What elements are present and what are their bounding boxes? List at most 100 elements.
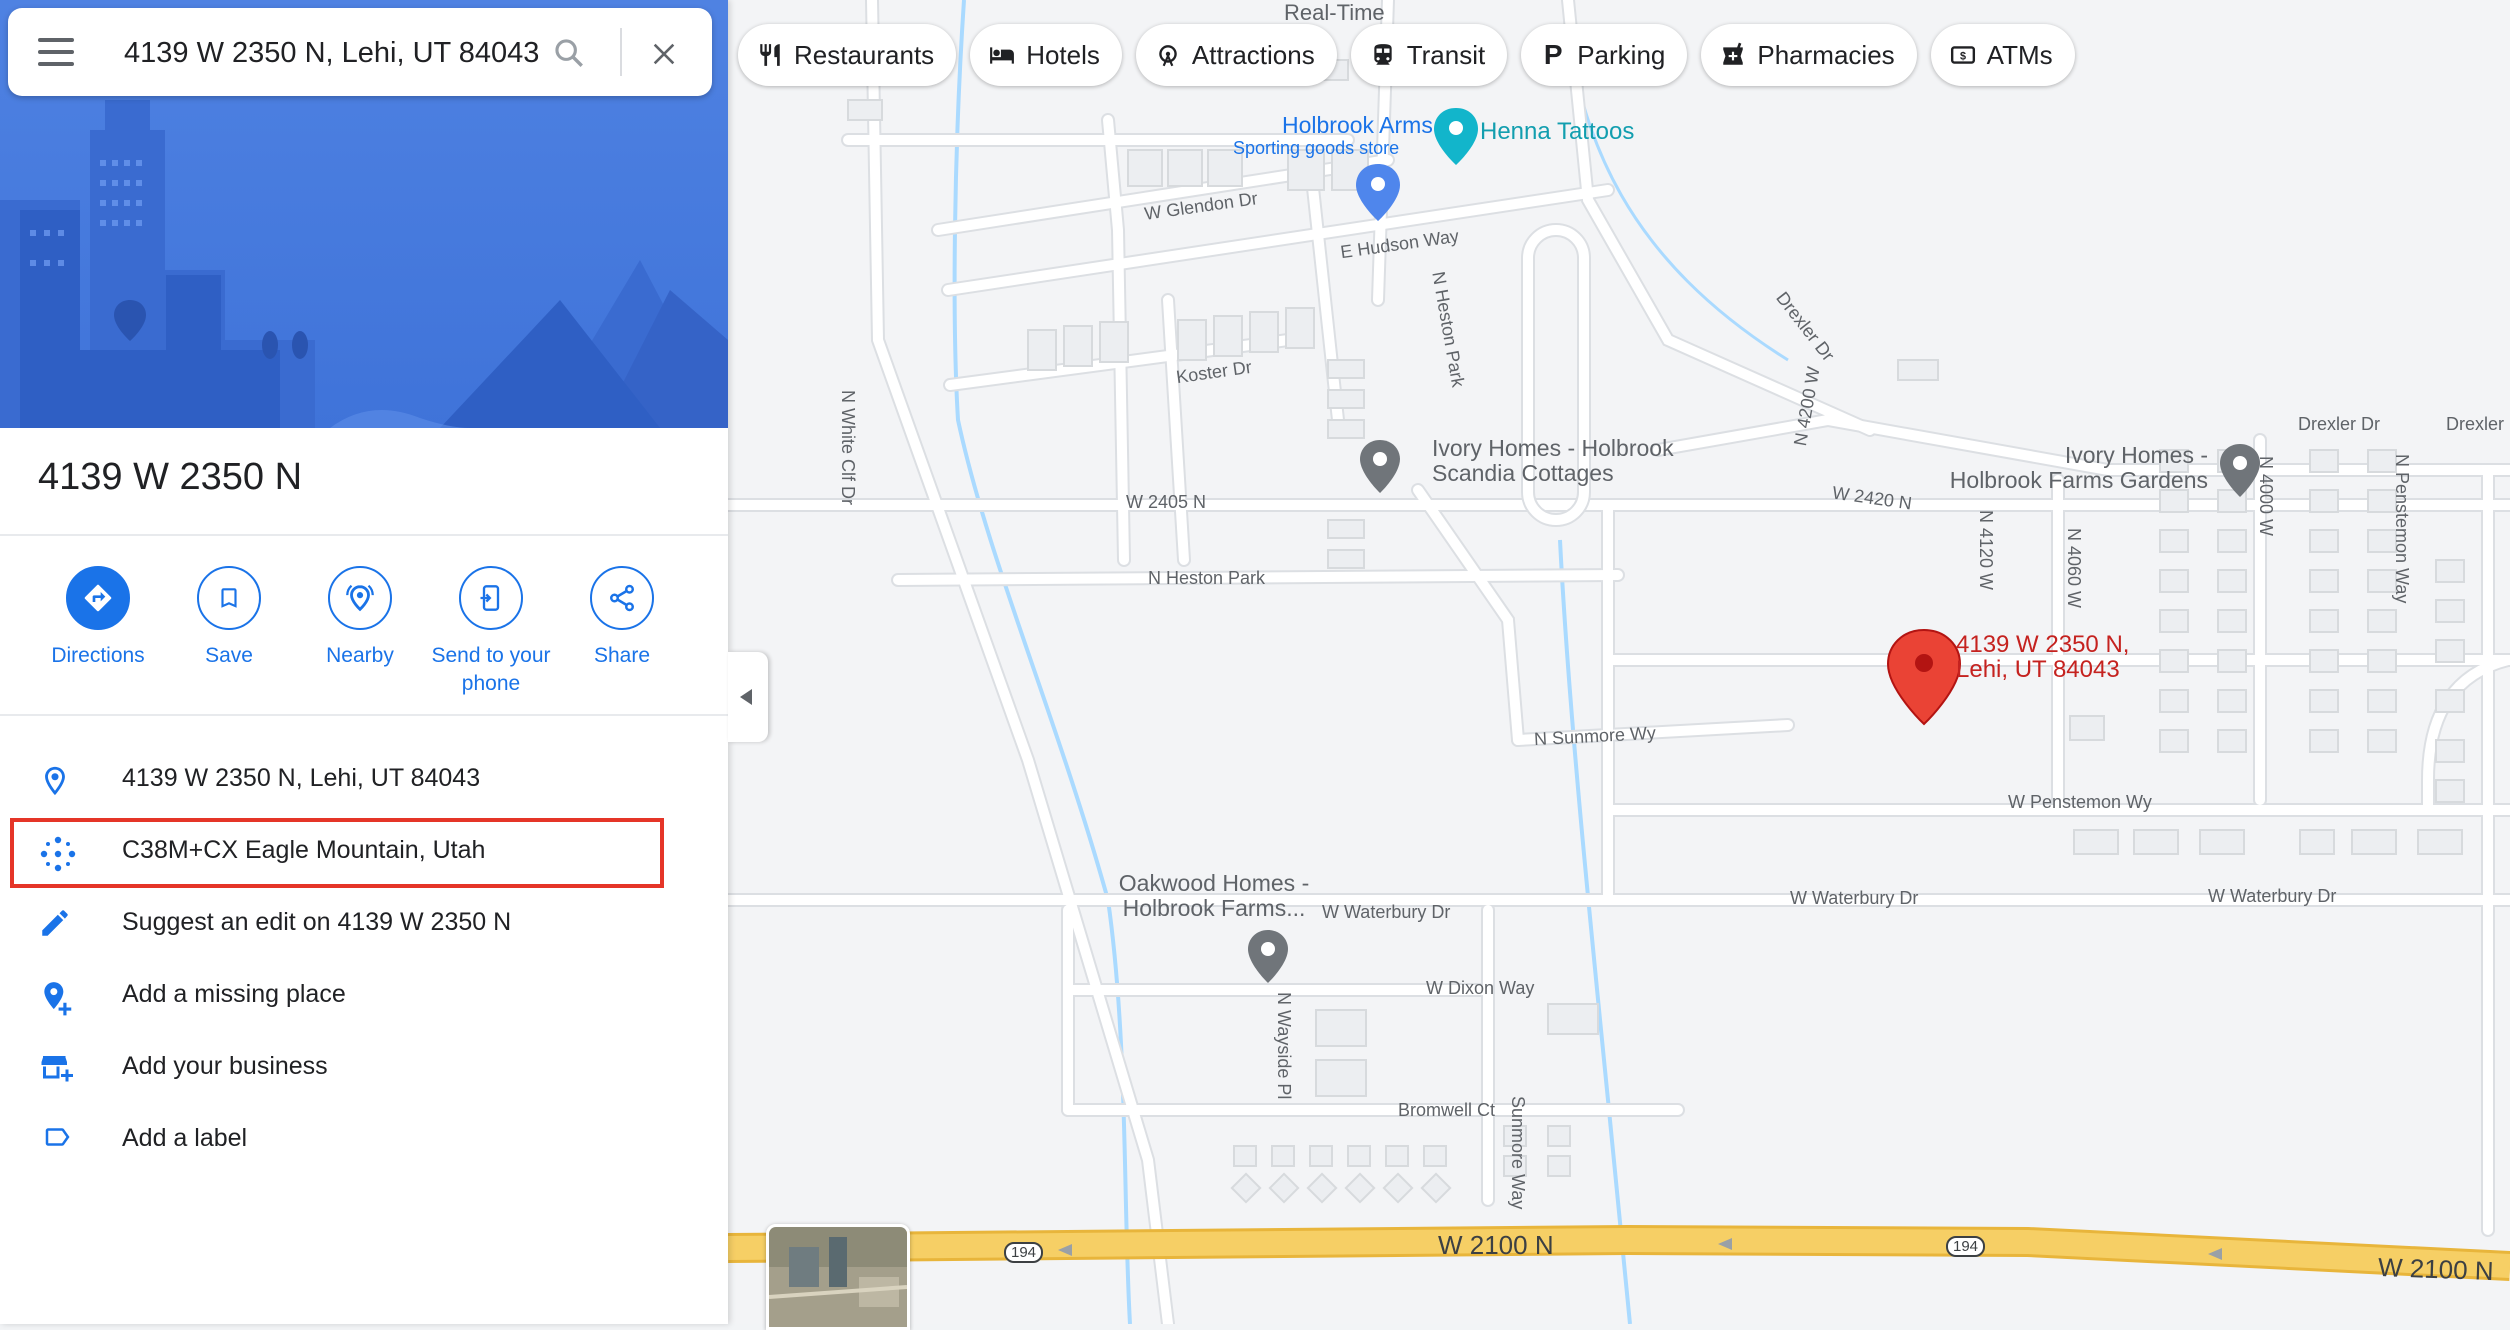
plus-code-row[interactable]: C38M+CX Eagle Mountain, Utah: [0, 816, 728, 888]
street-w-2100-n-2: W 2100 N: [2377, 1251, 2495, 1287]
street-drexler-dr-1: Drexler Dr: [2298, 414, 2381, 434]
suggest-edit-row[interactable]: Suggest an edit on 4139 W 2350 N: [0, 888, 728, 960]
add-place-icon: [38, 978, 78, 1018]
save-label: Save: [205, 644, 253, 667]
add-missing-place-row[interactable]: Add a missing place: [0, 960, 728, 1032]
label-icon: [38, 1122, 78, 1162]
chip-atms[interactable]: $ ATMs: [1930, 24, 2075, 86]
search-icon[interactable]: [552, 36, 592, 76]
send-to-phone-button[interactable]: Send to your phone: [421, 566, 561, 698]
chip-hotels[interactable]: Hotels: [970, 24, 1122, 86]
add-label-row[interactable]: Add a label: [0, 1104, 728, 1176]
send-to-phone-circle: [459, 566, 523, 630]
chip-atms-label: ATMs: [1986, 39, 2053, 70]
category-chips: Restaurants Hotels Attractions Transit P…: [738, 24, 2075, 86]
poi-ivory-farms[interactable]: Ivory Homes - Holbrook Farms Gardens: [1938, 443, 2208, 493]
plus-code-text: C38M+CX Eagle Mountain, Utah: [122, 836, 486, 864]
chip-parking[interactable]: P Parking: [1521, 24, 1688, 86]
selected-place-marker: [1886, 628, 1962, 726]
chip-transit[interactable]: Transit: [1350, 24, 1508, 86]
street-n-heston-park: N Heston Park: [1148, 568, 1266, 588]
street-drexler-dr-2: Drexler: [2446, 414, 2505, 434]
layers-satellite-toggle[interactable]: [766, 1224, 910, 1330]
street-n-4060-w: N 4060 W: [2064, 528, 2084, 609]
map-graphics: [728, 0, 2510, 1324]
chip-attractions[interactable]: Attractions: [1135, 24, 1337, 86]
fork-knife-icon: [756, 41, 784, 69]
pharmacy-icon: [1719, 41, 1747, 69]
add-business-text: Add your business: [122, 1052, 328, 1080]
chip-hotels-label: Hotels: [1026, 39, 1100, 70]
directions-circle: [66, 566, 130, 630]
poi-ivory-farms-line2: Holbrook Farms Gardens: [1949, 467, 2208, 493]
search-input[interactable]: [122, 32, 546, 74]
street-w-dixon-way: W Dixon Way: [1426, 978, 1535, 998]
poi-ivory-scandia-line1: Ivory Homes - Holbrook: [1432, 435, 1674, 461]
directions-button[interactable]: Directions: [28, 566, 168, 670]
share-icon: [610, 584, 634, 612]
route-194-shield-2: 194: [1946, 1236, 1986, 1257]
poi-oakwood-line1: Oakwood Homes -: [1118, 870, 1310, 896]
chip-transit-label: Transit: [1406, 39, 1486, 70]
nearby-icon: [346, 584, 374, 612]
poi-ivory-scandia[interactable]: Ivory Homes - Holbrook Scandia Cottages: [1432, 436, 1674, 486]
divider: [0, 714, 728, 716]
route-194-shield-1: 194: [1004, 1242, 1044, 1263]
poi-henna-tattoos[interactable]: Henna Tattoos: [1480, 118, 1634, 146]
phone-icon: [480, 585, 500, 611]
street-n-4120-w: N 4120 W: [1976, 510, 1996, 591]
street-n-wayside-pl: N Wayside Pl: [1274, 992, 1294, 1100]
nearby-button[interactable]: Nearby: [290, 566, 430, 670]
menu-icon[interactable]: [38, 38, 74, 66]
satellite-thumbnail-image: [769, 1227, 907, 1327]
chip-pharmacies[interactable]: Pharmacies: [1701, 24, 1917, 86]
svg-text:$: $: [1960, 50, 1966, 62]
place-title: 4139 W 2350 N: [38, 456, 303, 498]
street-w-waterbury-dr-2: W Waterbury Dr: [1790, 888, 1919, 908]
poi-real-time[interactable]: Real-Time: [1284, 0, 1385, 26]
search-box: [8, 8, 712, 96]
side-panel: 4139 W 2350 N Directions Save Nearby Sen…: [0, 0, 728, 1324]
poi-oakwood-homes[interactable]: Oakwood Homes - Holbrook Farms...: [1098, 871, 1330, 921]
street-w-penstemon-way: W Penstemon Wy: [2008, 792, 2152, 812]
close-icon[interactable]: [650, 40, 680, 70]
nearby-circle: [328, 566, 392, 630]
atm-icon: $: [1949, 41, 1977, 69]
send-to-phone-label: Send to your phone: [431, 644, 551, 695]
bed-icon: [988, 41, 1016, 69]
ferris-wheel-icon: [1154, 41, 1182, 69]
search-divider: [620, 28, 622, 76]
street-w-waterbury-dr-1: W Waterbury Dr: [1322, 902, 1451, 922]
directions-label: Directions: [51, 644, 145, 667]
poi-holbrook-arms[interactable]: Holbrook Arms: [1282, 112, 1433, 139]
share-button[interactable]: Share: [552, 566, 692, 670]
suggest-edit-text: Suggest an edit on 4139 W 2350 N: [122, 908, 512, 936]
chip-restaurants[interactable]: Restaurants: [738, 24, 957, 86]
add-label-text: Add a label: [122, 1124, 248, 1152]
nearby-label: Nearby: [326, 644, 394, 667]
chip-attractions-label: Attractions: [1191, 39, 1315, 70]
save-circle: [197, 566, 261, 630]
save-button[interactable]: Save: [159, 566, 299, 670]
add-business-icon: [38, 1050, 78, 1090]
share-circle: [590, 566, 654, 630]
marker-label[interactable]: 4139 W 2350 N, Lehi, UT 84043: [1956, 632, 2129, 682]
marker-label-line2: Lehi, UT 84043: [1956, 656, 2120, 683]
add-business-row[interactable]: Add your business: [0, 1032, 728, 1104]
location-pin-icon: [38, 762, 78, 802]
chip-restaurants-label: Restaurants: [794, 39, 935, 70]
map-canvas[interactable]: 4139 W 2350 N, Lehi, UT 84043 Holbrook A…: [728, 0, 2510, 1324]
add-missing-place-text: Add a missing place: [122, 980, 346, 1008]
pencil-icon: [38, 906, 78, 946]
chip-pharmacies-label: Pharmacies: [1757, 39, 1895, 70]
street-n-4000-w: N 4000 W: [2256, 456, 2276, 537]
directions-icon: [84, 584, 112, 612]
poi-oakwood-line2: Holbrook Farms...: [1122, 895, 1306, 921]
address-row[interactable]: 4139 W 2350 N, Lehi, UT 84043: [0, 744, 728, 816]
collapse-side-panel-button[interactable]: [728, 652, 768, 742]
street-n-penstemon-way: N Penstemon Way: [2392, 454, 2412, 604]
street-w-2100-n-1: W 2100 N: [1438, 1230, 1554, 1260]
poi-holbrook-arms-category: Sporting goods store: [1233, 138, 1400, 158]
caret-left-icon: [740, 689, 752, 705]
train-icon: [1369, 41, 1397, 69]
